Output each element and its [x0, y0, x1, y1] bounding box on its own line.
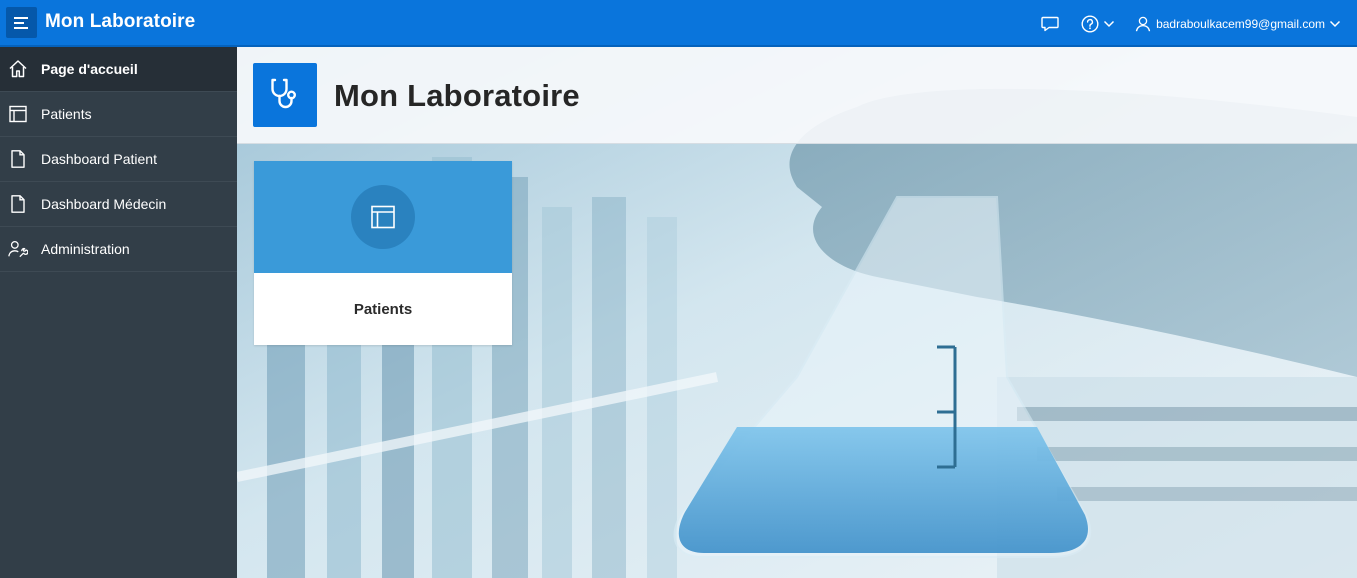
page-header: Mon Laboratoire	[237, 47, 1357, 144]
sidebar-item-patients[interactable]: Patients	[0, 92, 237, 137]
menu-toggle-button[interactable]	[6, 7, 37, 38]
feedback-button[interactable]	[1041, 16, 1059, 32]
help-menu-button[interactable]	[1081, 14, 1115, 33]
user-wrench-icon	[8, 239, 28, 259]
file-icon	[8, 194, 28, 214]
sidebar-item-label: Page d'accueil	[41, 61, 138, 77]
help-icon	[1081, 14, 1099, 33]
sidebar-item-label: Administration	[41, 241, 130, 257]
card-icon-circle	[351, 185, 415, 249]
menu-icon	[13, 16, 28, 29]
main-content: Mon Laboratoire Patients	[237, 47, 1357, 578]
stethoscope-icon	[253, 63, 317, 127]
sidebar-item-label: Dashboard Médecin	[41, 196, 167, 212]
card-label: Patients	[353, 300, 413, 318]
file-icon	[8, 149, 28, 169]
sidebar-item-label: Dashboard Patient	[41, 151, 157, 167]
chevron-down-icon	[1104, 20, 1115, 27]
user-email: badraboulkacem99@gmail.com	[1156, 16, 1325, 31]
sidebar-item-home[interactable]: Page d'accueil	[0, 47, 237, 92]
user-menu-button[interactable]: badraboulkacem99@gmail.com	[1135, 16, 1341, 32]
chevron-down-icon	[1329, 20, 1341, 27]
chat-bubble-icon	[1041, 16, 1059, 31]
sidebar-item-dashboard-medecin[interactable]: Dashboard Médecin	[0, 182, 237, 227]
card-header	[254, 161, 512, 273]
sidebar-item-label: Patients	[41, 106, 92, 122]
sidebar-item-administration[interactable]: Administration	[0, 227, 237, 272]
table-layout-icon	[371, 205, 395, 229]
patients-card[interactable]: Patients	[254, 161, 512, 345]
app-title[interactable]: Mon Laboratoire	[45, 11, 195, 33]
sidebar-navigation: Page d'accueil Patients Dashboard Patien…	[0, 47, 237, 578]
top-navigation-bar: Mon Laboratoire badraboulkacem99@gmail.c…	[0, 0, 1357, 47]
page-title: Mon Laboratoire	[334, 78, 580, 113]
user-icon	[1135, 16, 1151, 31]
sidebar-item-dashboard-patient[interactable]: Dashboard Patient	[0, 137, 237, 182]
home-icon	[8, 59, 28, 79]
table-layout-icon	[8, 104, 28, 124]
